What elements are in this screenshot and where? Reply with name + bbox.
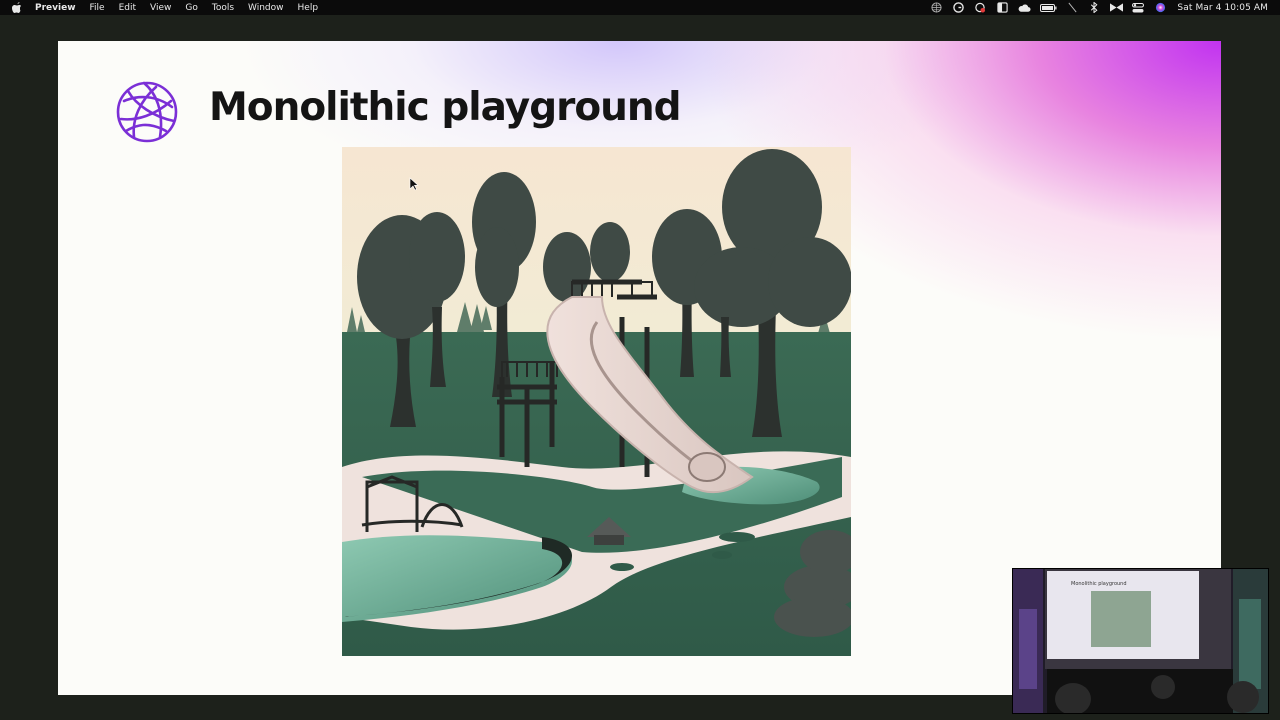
mouse-cursor-icon	[409, 177, 419, 191]
control-center-icon[interactable]	[1131, 2, 1145, 13]
slash-icon[interactable]	[1065, 2, 1079, 13]
playground-image	[342, 147, 851, 656]
menu-bar-status-area: Sat Mar 4 10:05 AM	[921, 0, 1280, 15]
menu-app-preview[interactable]: Preview	[35, 3, 76, 13]
menu-edit[interactable]: Edit	[119, 3, 136, 13]
apple-logo-icon[interactable]	[12, 2, 23, 13]
globe-logo-icon	[116, 81, 178, 143]
sidebar-icon[interactable]	[995, 2, 1009, 13]
menu-tools[interactable]: Tools	[212, 3, 234, 13]
screen-record-icon[interactable]	[973, 2, 987, 13]
menu-help[interactable]: Help	[298, 3, 319, 13]
menu-file[interactable]: File	[90, 3, 105, 13]
menu-bar-left: Preview File Edit View Go Tools Window H…	[0, 0, 332, 15]
menu-go[interactable]: Go	[185, 3, 197, 13]
bowtie-icon[interactable]	[1109, 2, 1123, 13]
slide-title: Monolithic playground	[209, 85, 682, 130]
menu-bar: Preview File Edit View Go Tools Window H…	[0, 0, 1280, 15]
vpn-globe-icon[interactable]	[929, 2, 943, 13]
webcam-projected-slide-title: Monolithic playground	[1071, 581, 1127, 587]
cloud-icon[interactable]	[1017, 2, 1031, 13]
menu-window[interactable]: Window	[248, 3, 284, 13]
menu-view[interactable]: View	[150, 3, 171, 13]
menu-bar-clock[interactable]: Sat Mar 4 10:05 AM	[1177, 3, 1268, 13]
grammar-icon[interactable]	[951, 2, 965, 13]
battery-icon[interactable]	[1039, 2, 1057, 13]
bluetooth-icon[interactable]	[1087, 2, 1101, 13]
presenter-webcam-thumbnail	[1012, 568, 1269, 714]
siri-icon[interactable]	[1153, 2, 1167, 13]
